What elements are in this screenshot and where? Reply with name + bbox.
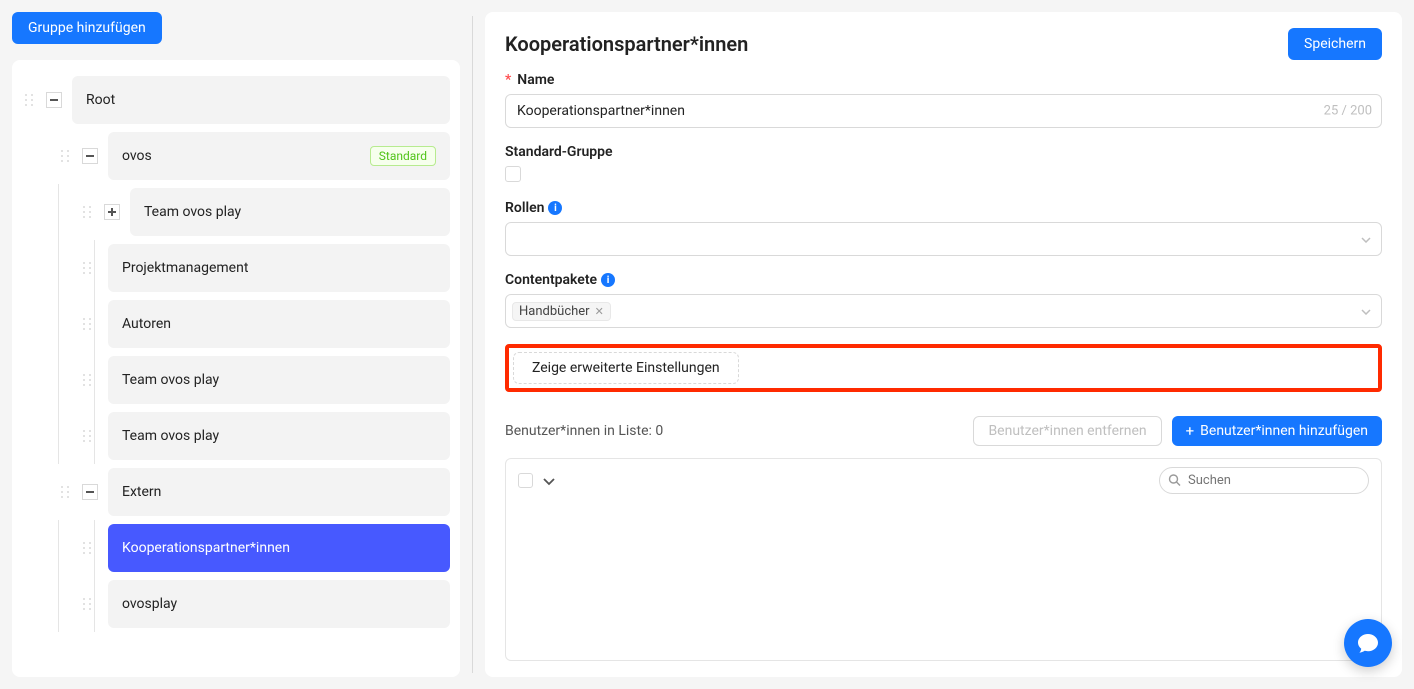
drag-handle-icon[interactable] — [80, 317, 94, 331]
name-input[interactable] — [505, 94, 1382, 128]
contentpakete-label: Contentpakete i — [505, 272, 1382, 288]
select-all-checkbox[interactable] — [518, 473, 533, 488]
add-users-button[interactable]: + Benutzer*innen hinzufügen — [1172, 416, 1382, 446]
tree-node-label: Kooperationspartner*innen — [122, 540, 290, 556]
collapse-toggle[interactable] — [82, 148, 98, 164]
tree-node-ovosplay[interactable]: ovosplay — [108, 580, 450, 628]
tag-handbuecher: Handbücher ✕ — [512, 302, 611, 321]
tree-row-team1: Team ovos play — [22, 188, 450, 236]
standard-gruppe-label: Standard-Gruppe — [505, 144, 1382, 160]
tree-node-label: Team ovos play — [122, 428, 219, 444]
tree-node-label: ovos — [122, 148, 152, 164]
tree-node-label: Team ovos play — [122, 372, 219, 388]
rollen-select[interactable] — [505, 222, 1382, 256]
tree-row-root: Root — [22, 76, 450, 124]
expand-toggle[interactable] — [104, 204, 120, 220]
plus-icon: + — [1186, 424, 1195, 439]
standard-gruppe-checkbox[interactable] — [505, 166, 521, 182]
collapse-toggle[interactable] — [46, 92, 62, 108]
contentpakete-select[interactable]: Handbücher ✕ — [505, 294, 1382, 328]
tree-node-team3[interactable]: Team ovos play — [108, 412, 450, 460]
tree-node-label: Autoren — [122, 316, 171, 332]
add-group-button[interactable]: Gruppe hinzufügen — [12, 12, 162, 44]
tree-node-label: Root — [86, 92, 115, 108]
tree-node-label: Extern — [122, 484, 161, 500]
chevron-down-icon — [1361, 231, 1371, 247]
drag-handle-icon[interactable] — [80, 373, 94, 387]
show-advanced-button[interactable]: Zeige erweiterte Einstellungen — [513, 352, 739, 384]
drag-handle-icon[interactable] — [80, 597, 94, 611]
tree-node-team1[interactable]: Team ovos play — [130, 188, 450, 236]
tree-node-label: Projektmanagement — [122, 260, 248, 276]
users-in-list-label: Benutzer*innen in Liste: 0 — [505, 423, 663, 439]
chevron-down-icon — [1361, 303, 1371, 319]
tree-node-label: ovosplay — [122, 596, 177, 612]
tree-node-team2[interactable]: Team ovos play — [108, 356, 450, 404]
tree-node-autoren[interactable]: Autoren — [108, 300, 450, 348]
drag-handle-icon[interactable] — [80, 205, 94, 219]
tree-row-team2: Team ovos play — [22, 356, 450, 404]
char-count: 25 / 200 — [1324, 104, 1372, 119]
close-icon[interactable]: ✕ — [595, 305, 604, 318]
tree-row-extern: Extern — [22, 468, 450, 516]
search-input[interactable] — [1159, 467, 1369, 494]
users-table — [505, 458, 1382, 661]
page-title: Kooperationspartner*innen — [505, 32, 748, 56]
drag-handle-icon[interactable] — [80, 429, 94, 443]
save-button[interactable]: Speichern — [1288, 28, 1382, 60]
chat-launcher-button[interactable] — [1344, 619, 1392, 667]
tree-node-pm[interactable]: Projektmanagement — [108, 244, 450, 292]
highlight-box: Zeige erweiterte Einstellungen — [505, 344, 1382, 392]
tree-row-ovos: ovos Standard — [22, 132, 450, 180]
tree-node-root[interactable]: Root — [72, 76, 450, 124]
name-label: * Name — [505, 72, 1382, 88]
collapse-toggle[interactable] — [82, 484, 98, 500]
tree-row-autoren: Autoren — [22, 300, 450, 348]
rollen-label: Rollen i — [505, 200, 1382, 216]
drag-handle-icon[interactable] — [80, 261, 94, 275]
tree-row-ovosplay: ovosplay — [22, 580, 450, 628]
chat-icon — [1356, 631, 1380, 655]
tree-row-pm: Projektmanagement — [22, 244, 450, 292]
drag-handle-icon[interactable] — [80, 541, 94, 555]
search-icon — [1168, 471, 1181, 490]
remove-users-button[interactable]: Benutzer*innen entfernen — [973, 416, 1161, 446]
tree-node-extern[interactable]: Extern — [108, 468, 450, 516]
group-tree: Root ovos Standard — [12, 60, 460, 677]
tree-node-kooperationspartner[interactable]: Kooperationspartner*innen — [108, 524, 450, 572]
tree-row-koop: Kooperationspartner*innen — [22, 524, 450, 572]
drag-handle-icon[interactable] — [22, 93, 36, 107]
drag-handle-icon[interactable] — [58, 485, 72, 499]
panel-divider[interactable] — [472, 16, 473, 673]
info-icon[interactable]: i — [601, 273, 615, 287]
tree-row-team3: Team ovos play — [22, 412, 450, 460]
required-star-icon: * — [505, 72, 511, 88]
info-icon[interactable]: i — [548, 201, 562, 215]
tree-node-ovos[interactable]: ovos Standard — [108, 132, 450, 180]
standard-badge: Standard — [370, 146, 436, 166]
chevron-down-icon[interactable] — [543, 471, 555, 490]
drag-handle-icon[interactable] — [58, 149, 72, 163]
tree-node-label: Team ovos play — [144, 204, 241, 220]
